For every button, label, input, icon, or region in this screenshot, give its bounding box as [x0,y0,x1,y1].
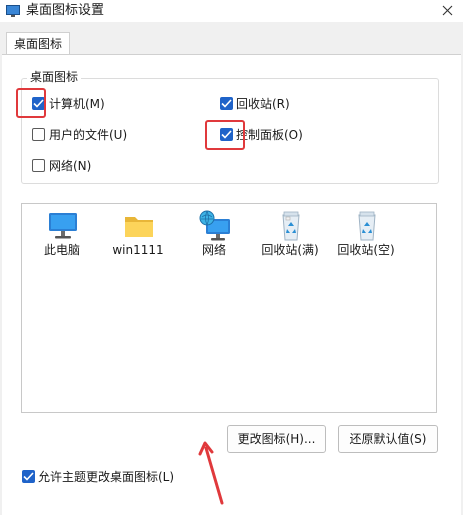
checkbox-user-files-label[interactable]: 用户的文件(U) [49,127,127,143]
list-item-label: 回收站(空) [337,243,395,257]
list-item[interactable]: win1111 [100,204,176,274]
group-legend: 桌面图标 [27,68,82,86]
window-title: 桌面图标设置 [26,3,105,18]
checkbox-allow-themes[interactable] [22,470,35,483]
list-item[interactable]: 回收站(空) [328,204,404,274]
desktop-icon-list[interactable]: 此电脑 win1111 网络 回收站(满) 回收站(空) [21,203,437,413]
desktop-settings-icon [6,5,20,17]
list-item[interactable]: 网络 [176,204,252,274]
folder-icon [125,217,153,237]
checkbox-control-panel-label[interactable]: 控制面板(O) [236,127,303,143]
tab-desktop-icons[interactable]: 桌面图标 [6,32,70,55]
monitor-icon [49,213,77,239]
list-item-label: 网络 [201,243,226,257]
list-item-label: 回收站(满) [261,243,319,257]
change-icon-button[interactable]: 更改图标(H)... [227,425,326,453]
checkbox-computer-label[interactable]: 计算机(M) [49,96,105,112]
highlight-box-control-panel [205,120,245,150]
recycle-bin-empty-icon [358,211,376,241]
list-item[interactable]: 回收站(满) [252,204,328,274]
annotation-arrow-icon [198,441,224,505]
checkbox-recycle-bin-label[interactable]: 回收站(R) [236,96,290,112]
title-bar: 桌面图标设置 [0,0,463,22]
list-item[interactable]: 此电脑 [24,204,100,274]
checkbox-allow-themes-label[interactable]: 允许主题更改桌面图标(L) [38,469,174,485]
highlight-box-computer [16,88,46,118]
checkbox-recycle-bin[interactable] [220,97,233,110]
close-icon [442,5,453,16]
checkbox-network[interactable] [32,159,45,172]
network-icon [199,210,230,241]
recycle-bin-full-icon [282,211,300,241]
check-icon [221,99,232,108]
list-item-label: win1111 [112,243,164,257]
list-item-label: 此电脑 [43,243,80,257]
checkbox-network-label[interactable]: 网络(N) [49,158,91,174]
check-icon [23,472,34,481]
close-button[interactable] [432,0,463,22]
restore-default-button[interactable]: 还原默认值(S) [338,425,438,453]
checkbox-user-files[interactable] [32,128,45,141]
